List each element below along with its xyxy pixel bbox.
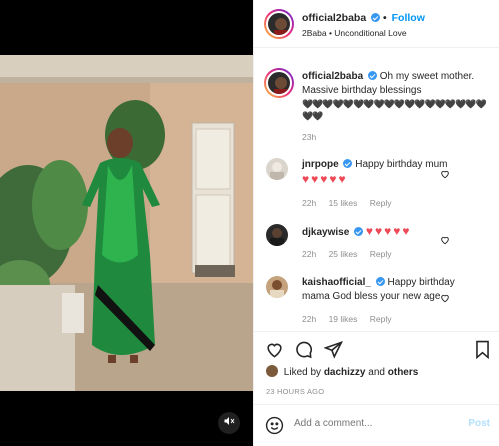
comment-avatar[interactable] xyxy=(266,224,288,246)
comment-text: Happy birthday mum xyxy=(355,159,448,170)
verified-badge-icon xyxy=(354,227,364,236)
caption-username[interactable]: official2baba xyxy=(302,71,363,82)
comment-avatar[interactable] xyxy=(266,158,288,180)
comment-time[interactable]: 22h xyxy=(302,249,316,259)
share-icon[interactable] xyxy=(323,340,343,364)
comment-time[interactable]: 22h xyxy=(302,314,316,324)
verified-badge-icon xyxy=(343,159,353,168)
header-username[interactable]: official2baba xyxy=(302,12,366,24)
comment-likes[interactable]: 15 likes xyxy=(329,198,358,208)
comment-likes[interactable]: 19 likes xyxy=(329,314,358,324)
comment-username[interactable]: kaishaofficial_ xyxy=(302,277,371,288)
comment-body: jnrpope Happy birthday mum ♥♥♥♥♥ xyxy=(302,158,462,186)
bookmark-icon[interactable] xyxy=(474,340,491,364)
follow-button[interactable]: Follow xyxy=(392,12,425,24)
comment-avatar[interactable] xyxy=(266,276,288,298)
verified-badge-icon xyxy=(375,277,385,286)
comment-item: kaishaofficial_ Happy birthday mama God … xyxy=(254,276,499,326)
comment-hearts: ♥♥♥♥♥ xyxy=(302,172,348,186)
reply-button[interactable]: Reply xyxy=(370,198,392,208)
verified-badge-icon xyxy=(371,13,381,22)
mute-icon xyxy=(223,414,235,432)
comment-like-heart-icon[interactable] xyxy=(440,232,450,245)
caption-hearts: 🖤🖤🖤🖤🖤🖤🖤🖤🖤🖤🖤🖤🖤🖤🖤🖤🖤🖤🖤🖤 xyxy=(302,99,487,121)
liked-by-avatar[interactable] xyxy=(266,365,278,377)
post-button[interactable]: Post xyxy=(468,418,490,429)
comment-item: djkaywise ♥♥♥♥♥ 22h 25 likes Reply xyxy=(254,224,499,264)
verified-badge-icon xyxy=(367,71,377,80)
post-side-panel: official2baba • Follow 2Baba • Unconditi… xyxy=(253,0,499,446)
mute-button[interactable] xyxy=(218,412,240,434)
post-media[interactable] xyxy=(0,0,253,446)
photo-illustration xyxy=(0,55,253,391)
post-actions: Liked by dachizzy and others 23 HOURS AG… xyxy=(254,331,499,411)
comment-hearts: ♥♥♥♥♥ xyxy=(365,224,412,238)
comment-meta: 22h 19 likes Reply xyxy=(302,314,402,324)
heart-icon[interactable] xyxy=(265,340,284,364)
reply-button[interactable]: Reply xyxy=(370,249,392,259)
comment-meta: 22h 25 likes Reply xyxy=(302,249,402,259)
post-time[interactable]: 23 HOURS AGO xyxy=(266,387,324,396)
reply-button[interactable]: Reply xyxy=(370,314,392,324)
comment-meta: 22h 15 likes Reply xyxy=(302,198,402,208)
liked-user[interactable]: dachizzy xyxy=(324,367,366,378)
comment-body: kaishaofficial_ Happy birthday mama God … xyxy=(302,276,462,304)
caption-time[interactable]: 23h xyxy=(302,132,316,142)
post-photo[interactable] xyxy=(0,55,253,391)
comment-username[interactable]: jnrpope xyxy=(302,159,339,170)
comment-like-heart-icon[interactable] xyxy=(440,290,450,303)
comment-time[interactable]: 22h xyxy=(302,198,316,208)
avatar[interactable] xyxy=(266,11,292,37)
header-user-row: official2baba • Follow xyxy=(302,12,425,24)
comment-icon[interactable] xyxy=(294,340,313,364)
post-header: official2baba • Follow 2Baba • Unconditi… xyxy=(254,0,499,48)
comment-username[interactable]: djkaywise xyxy=(302,227,349,238)
liked-and: and xyxy=(368,367,385,378)
add-comment-bar: Post xyxy=(254,404,499,446)
liked-others[interactable]: others xyxy=(388,367,419,378)
header-separator: • xyxy=(383,12,387,24)
header-subtitle[interactable]: 2Baba • Unconditional Love xyxy=(302,28,407,38)
caption-text-block: official2baba Oh my sweet mother. Massiv… xyxy=(302,70,488,122)
caption-avatar[interactable] xyxy=(266,70,292,96)
comment-likes[interactable]: 25 likes xyxy=(329,249,358,259)
comment-input[interactable] xyxy=(294,418,454,429)
liked-by-text: Liked by dachizzy and others xyxy=(266,365,418,378)
comment-body: djkaywise ♥♥♥♥♥ xyxy=(302,224,462,240)
comment-like-heart-icon[interactable] xyxy=(440,166,450,179)
liked-prefix: Liked by xyxy=(283,367,322,378)
emoji-icon[interactable] xyxy=(265,416,284,440)
comment-item: jnrpope Happy birthday mum ♥♥♥♥♥ 22h 15 … xyxy=(254,158,499,213)
